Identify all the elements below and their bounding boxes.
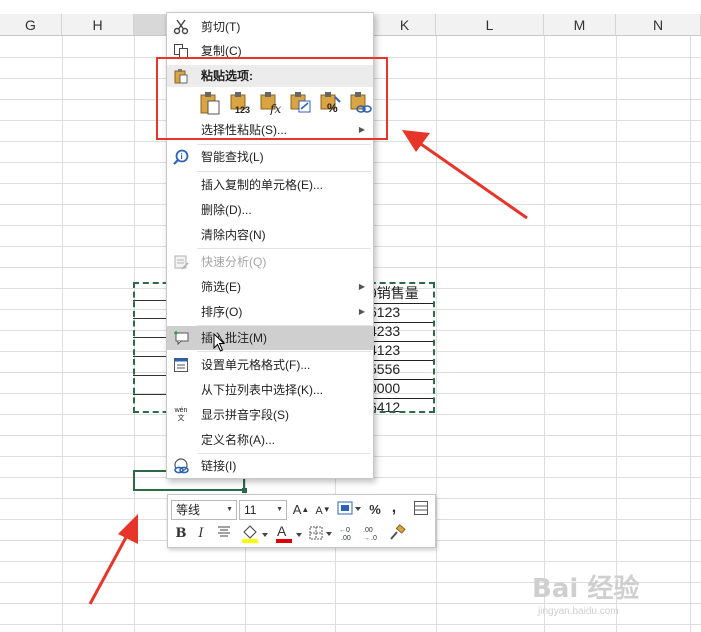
phonetic-icon: wén文 xyxy=(174,407,188,422)
comment-icon xyxy=(173,330,189,346)
menu-item-pick-from-list[interactable]: 从下拉列表中选择(K)... xyxy=(167,378,373,402)
svg-text:0: 0 xyxy=(346,527,350,534)
font-name-select[interactable]: 等线 ▼ xyxy=(171,500,237,520)
menu-item-link[interactable]: 链接(I) xyxy=(167,454,373,478)
link-icon xyxy=(173,458,189,474)
comma-style-button[interactable]: , xyxy=(388,498,400,518)
svg-text:.00: .00 xyxy=(341,535,351,542)
italic-button[interactable]: I xyxy=(195,524,207,544)
menu-item-format-cells[interactable]: 设置单元格格式(F)... xyxy=(167,353,373,377)
menu-item-define-name[interactable]: 定义名称(A)... xyxy=(167,428,373,452)
increase-font-size-button[interactable]: A▲ xyxy=(292,500,310,520)
mini-toolbar[interactable]: 等线 ▼ 11 ▼ A▲ A▼ % , B I A ← 0.00 .00 → .0 xyxy=(167,494,436,548)
menu-item-clear-contents[interactable]: 清除内容(N) xyxy=(167,223,373,247)
menu-item-quick-analysis: 快速分析(Q) xyxy=(167,250,373,274)
menu-item-show-phonetic[interactable]: wén文 显示拼音字段(S) xyxy=(167,403,373,427)
decrease-decimal-button[interactable]: .00 → .0 xyxy=(362,524,384,544)
svg-text:.0: .0 xyxy=(371,535,377,542)
align-center-button[interactable] xyxy=(216,524,232,544)
baidu-watermark: Bai 经验 jingyan.baidu.com xyxy=(532,574,640,617)
decrease-font-size-button[interactable]: A▼ xyxy=(314,500,332,520)
menu-item-delete[interactable]: 删除(D)... xyxy=(167,198,373,222)
fill-color-button[interactable] xyxy=(240,524,270,544)
menu-item-insert-comment[interactable]: 插入批注(M) xyxy=(167,326,373,350)
quick-analysis-icon xyxy=(173,254,189,270)
submenu-arrow-icon: ▶ xyxy=(358,282,365,291)
accounting-format-button[interactable] xyxy=(334,500,364,520)
percent-style-button[interactable]: % xyxy=(367,500,383,520)
increase-decimal-button[interactable]: ← 0.00 xyxy=(338,524,360,544)
svg-text:.00: .00 xyxy=(363,527,373,534)
format-cells-icon xyxy=(173,357,189,373)
menu-item-smart-lookup[interactable]: i 智能查找(L) xyxy=(167,145,373,169)
menu-item-insert-copied-cells[interactable]: 插入复制的单元格(E)... xyxy=(167,173,373,197)
submenu-arrow-icon: ▶ xyxy=(358,307,365,316)
menu-item-cut[interactable]: 剪切(T) xyxy=(167,15,373,39)
paste-options-highlight xyxy=(156,57,388,140)
bold-button[interactable]: B xyxy=(174,524,188,544)
format-painter-icon[interactable] xyxy=(388,524,406,544)
scissors-icon xyxy=(173,19,189,35)
format-painter-table-icon[interactable] xyxy=(411,500,431,520)
font-size-select[interactable]: 11 ▼ xyxy=(239,500,287,520)
chevron-down-icon: ▼ xyxy=(226,506,233,513)
svg-text:←: ← xyxy=(339,527,346,534)
menu-item-sort[interactable]: 排序(O) ▶ xyxy=(167,300,373,324)
menu-item-filter[interactable]: 筛选(E) ▶ xyxy=(167,275,373,299)
font-color-button[interactable]: A xyxy=(274,523,304,544)
svg-text:i: i xyxy=(181,152,183,161)
mouse-cursor-icon xyxy=(213,333,226,352)
svg-text:→: → xyxy=(363,535,370,542)
smart-lookup-icon: i xyxy=(173,149,189,165)
borders-button[interactable] xyxy=(308,524,334,544)
chevron-down-icon: ▼ xyxy=(276,506,283,513)
